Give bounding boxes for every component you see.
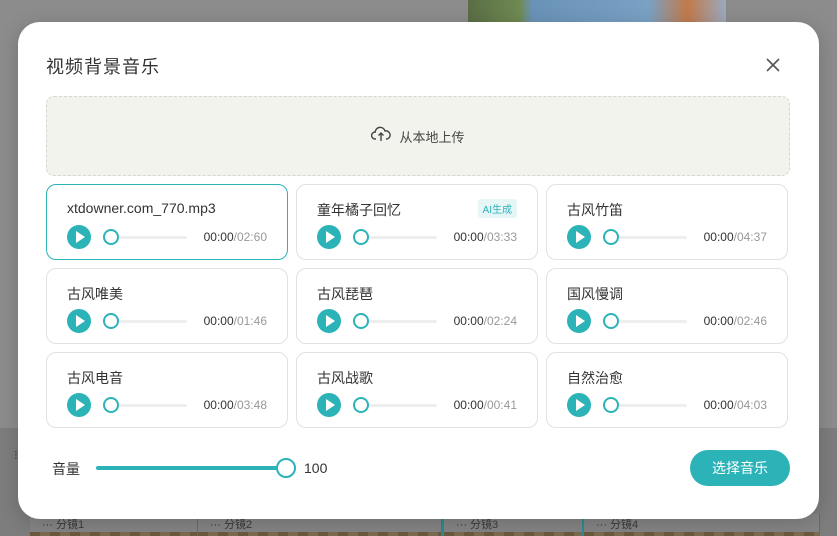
music-track-grid: xtdowner.com_770.mp3 00:00/02:60 童年橘子回忆 … — [46, 184, 790, 428]
progress-handle[interactable] — [603, 229, 619, 245]
progress-handle[interactable] — [603, 397, 619, 413]
volume-slider-handle[interactable] — [276, 458, 296, 478]
track-time: 00:00/04:03 — [704, 398, 767, 412]
total-duration: /02:46 — [733, 314, 767, 328]
track-name: 古风电音 — [67, 370, 123, 386]
play-icon[interactable] — [317, 309, 341, 333]
select-music-button[interactable]: 选择音乐 — [690, 450, 790, 486]
volume-slider-track[interactable] — [96, 466, 286, 470]
progress-handle[interactable] — [103, 229, 119, 245]
music-track-card[interactable]: xtdowner.com_770.mp3 00:00/02:60 — [46, 184, 288, 260]
music-track-card[interactable]: 自然治愈 00:00/04:03 — [546, 352, 788, 428]
play-icon[interactable] — [567, 393, 591, 417]
volume-label: 音量 — [52, 461, 80, 477]
total-duration: /03:33 — [483, 230, 517, 244]
total-duration: /03:48 — [233, 398, 267, 412]
current-time: 00:00 — [453, 314, 484, 328]
track-time: 00:00/02:60 — [204, 230, 267, 244]
progress-handle[interactable] — [603, 313, 619, 329]
track-time: 00:00/01:46 — [204, 314, 267, 328]
current-time: 00:00 — [203, 314, 234, 328]
current-time: 00:00 — [453, 230, 484, 244]
music-track-card[interactable]: 古风琵琶 00:00/02:24 — [296, 268, 538, 344]
track-time: 00:00/02:46 — [704, 314, 767, 328]
progress-handle[interactable] — [353, 229, 369, 245]
track-name: 国风慢调 — [567, 286, 623, 302]
track-time: 00:00/03:33 — [454, 230, 517, 244]
current-time: 00:00 — [703, 314, 734, 328]
progress-handle[interactable] — [103, 397, 119, 413]
background-music-dialog: 视频背景音乐 从本地上传 xtdowner.com_770.mp3 00:00/… — [18, 22, 819, 519]
background-video-thumbnail — [468, 0, 726, 24]
music-track-card[interactable]: 童年橘子回忆 AI生成 00:00/03:33 — [296, 184, 538, 260]
track-name: 古风唯美 — [67, 286, 123, 302]
track-name: 童年橘子回忆 — [317, 202, 401, 218]
music-track-card[interactable]: 古风唯美 00:00/01:46 — [46, 268, 288, 344]
total-duration: /04:03 — [733, 398, 767, 412]
current-time: 00:00 — [703, 398, 734, 412]
music-track-card[interactable]: 古风电音 00:00/03:48 — [46, 352, 288, 428]
track-name: 古风竹笛 — [567, 202, 623, 218]
track-time: 00:00/00:41 — [454, 398, 517, 412]
play-icon[interactable] — [317, 225, 341, 249]
play-icon[interactable] — [567, 309, 591, 333]
upload-label: 从本地上传 — [399, 129, 465, 145]
total-duration: /01:46 — [233, 314, 267, 328]
track-name: 古风战歌 — [317, 370, 373, 386]
play-icon[interactable] — [67, 225, 91, 249]
music-track-card[interactable]: 古风战歌 00:00/00:41 — [296, 352, 538, 428]
music-track-card[interactable]: 古风竹笛 00:00/04:37 — [546, 184, 788, 260]
progress-handle[interactable] — [103, 313, 119, 329]
track-name: 自然治愈 — [567, 370, 623, 386]
play-icon[interactable] — [567, 225, 591, 249]
current-time: 00:00 — [203, 398, 234, 412]
progress-handle[interactable] — [353, 313, 369, 329]
track-time: 00:00/04:37 — [704, 230, 767, 244]
volume-value: 100 — [304, 460, 328, 476]
total-duration: /04:37 — [733, 230, 767, 244]
ai-generated-badge: AI生成 — [477, 199, 517, 218]
track-time: 00:00/02:24 — [454, 314, 517, 328]
play-icon[interactable] — [317, 393, 341, 417]
track-time: 00:00/03:48 — [204, 398, 267, 412]
progress-handle[interactable] — [353, 397, 369, 413]
play-icon[interactable] — [67, 393, 91, 417]
track-name: xtdowner.com_770.mp3 — [67, 200, 216, 216]
track-name: 古风琵琶 — [317, 286, 373, 302]
close-icon[interactable] — [762, 54, 784, 76]
upload-dropzone[interactable]: 从本地上传 — [46, 96, 790, 176]
current-time: 00:00 — [453, 398, 484, 412]
total-duration: /02:60 — [233, 230, 267, 244]
dialog-title: 视频背景音乐 — [46, 57, 160, 77]
total-duration: /02:24 — [483, 314, 517, 328]
music-track-card[interactable]: 国风慢调 00:00/02:46 — [546, 268, 788, 344]
cloud-upload-icon — [371, 126, 392, 147]
current-time: 00:00 — [703, 230, 734, 244]
total-duration: /00:41 — [483, 398, 517, 412]
play-icon[interactable] — [67, 309, 91, 333]
current-time: 00:00 — [203, 230, 234, 244]
